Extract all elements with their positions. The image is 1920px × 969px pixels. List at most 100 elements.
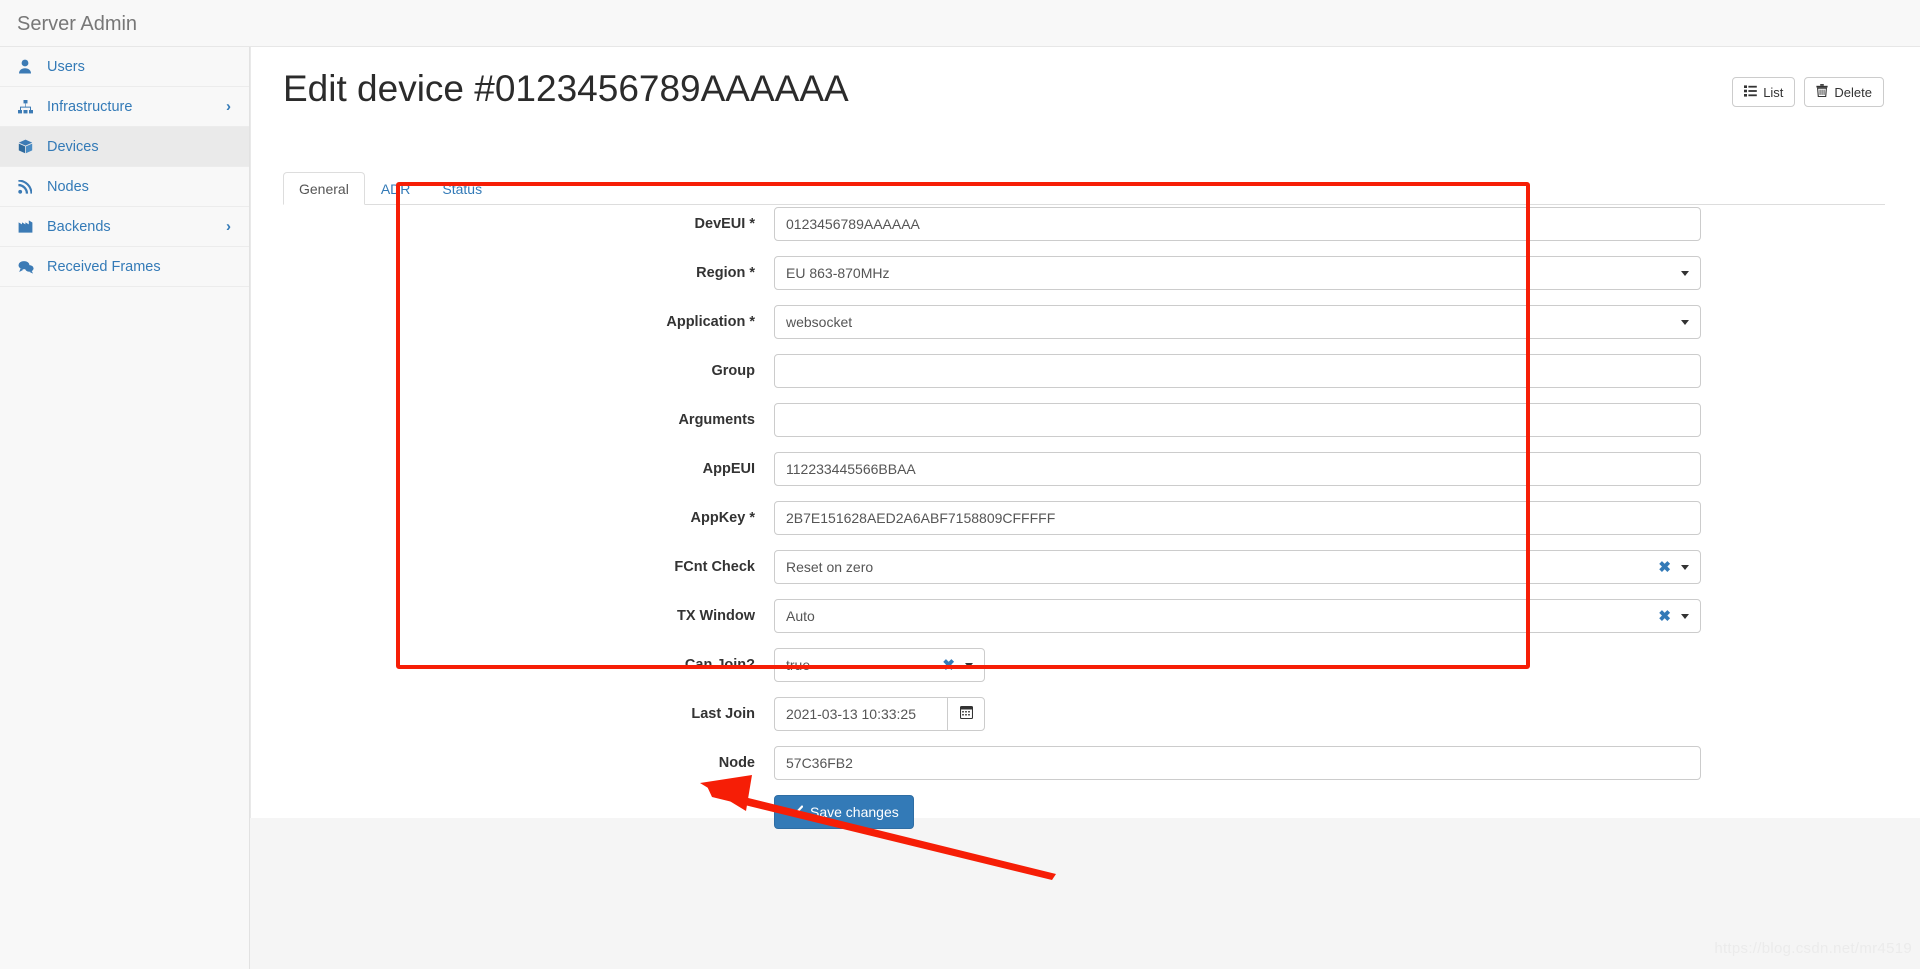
sidebar-item-label: Infrastructure <box>47 98 133 115</box>
fcnt-check-select[interactable]: Reset on zero ✖ <box>774 550 1701 584</box>
label-text: AppKey <box>690 510 746 526</box>
can-join-select[interactable]: true ✖ <box>774 648 985 682</box>
content-panel: Edit device #0123456789AAAAAA List Delet… <box>250 47 1920 829</box>
tab-label: Status <box>442 180 483 197</box>
label-text: Group <box>711 363 756 379</box>
form-row-save: Save changes <box>251 795 1920 844</box>
required-marker: * <box>749 314 755 330</box>
cube-icon <box>18 139 38 154</box>
arguments-input[interactable] <box>774 403 1701 437</box>
tab-bar: General ADR Status <box>283 172 1885 205</box>
tab-status[interactable]: Status <box>426 172 498 205</box>
device-form: DevEUI * Region * EU 863-870MHz <box>251 207 1920 844</box>
trash-icon <box>1816 84 1829 100</box>
chevron-down-icon <box>965 663 973 668</box>
sidebar-item-label: Nodes <box>47 178 89 195</box>
brand-title[interactable]: Server Admin <box>17 11 137 37</box>
sidebar-item-devices[interactable]: Devices <box>0 127 249 167</box>
sidebar-item-backends[interactable]: Backends › <box>0 207 249 247</box>
deveui-input[interactable] <box>774 207 1701 241</box>
save-changes-label: Save changes <box>810 804 899 820</box>
sidebar-item-label: Received Frames <box>47 258 161 275</box>
label-text: DevEUI <box>694 216 746 232</box>
appeui-input[interactable] <box>774 452 1701 486</box>
bar-chart-icon <box>18 220 38 233</box>
form-row-appeui: AppEUI <box>251 452 1920 501</box>
required-marker: * <box>749 510 755 526</box>
comments-icon <box>18 260 38 274</box>
sidebar-item-infrastructure[interactable]: Infrastructure › <box>0 87 249 127</box>
tab-adr[interactable]: ADR <box>365 172 427 205</box>
sidebar-item-users[interactable]: Users <box>0 47 249 87</box>
sidebar-item-nodes[interactable]: Nodes <box>0 167 249 207</box>
form-row-last-join: Last Join <box>251 697 1920 746</box>
group-input[interactable] <box>774 354 1701 388</box>
form-row-node: Node <box>251 746 1920 795</box>
node-label: Node <box>251 746 774 780</box>
label-text: Can Join? <box>684 657 755 673</box>
application-select[interactable]: websocket <box>774 305 1701 339</box>
region-select[interactable]: EU 863-870MHz <box>774 256 1701 290</box>
save-changes-button[interactable]: Save changes <box>774 795 914 829</box>
can-join-label: Can Join? <box>251 648 774 682</box>
calendar-button[interactable] <box>947 697 985 731</box>
list-button-label: List <box>1763 84 1784 100</box>
delete-button-label: Delete <box>1834 84 1872 100</box>
sidebar-item-label: Devices <box>47 138 99 155</box>
label-text: TX Window <box>677 608 755 624</box>
calendar-icon <box>959 705 973 724</box>
arguments-label: Arguments <box>251 403 774 437</box>
required-marker: * <box>749 265 755 281</box>
top-navbar: Server Admin <box>0 0 1920 47</box>
clear-icon[interactable]: ✖ <box>1658 600 1671 633</box>
label-text: FCnt Check <box>674 559 755 575</box>
node-field-wrap <box>774 746 1701 780</box>
clear-icon[interactable]: ✖ <box>1658 551 1671 584</box>
sitemap-icon <box>18 99 38 114</box>
chevron-right-icon: › <box>226 218 231 235</box>
user-icon <box>18 59 38 74</box>
appkey-field-wrap <box>774 501 1701 535</box>
form-row-arguments: Arguments <box>251 403 1920 452</box>
node-input[interactable] <box>774 746 1701 780</box>
chevron-right-icon: › <box>226 98 231 115</box>
header-actions: List Delete <box>1732 77 1884 107</box>
page-title: Edit device #0123456789AAAAAA <box>283 68 849 109</box>
sidebar-item-received-frames[interactable]: Received Frames <box>0 247 249 287</box>
delete-button[interactable]: Delete <box>1804 77 1884 107</box>
form-row-application: Application * websocket <box>251 305 1920 354</box>
label-text: Application <box>666 314 746 330</box>
list-icon <box>1744 84 1757 100</box>
appkey-input[interactable] <box>774 501 1701 535</box>
tab-label: ADR <box>380 180 411 197</box>
chevron-down-icon <box>1681 565 1689 570</box>
clear-icon[interactable]: ✖ <box>942 649 955 682</box>
sidebar-item-label: Users <box>47 58 85 75</box>
deveui-label: DevEUI * <box>251 207 774 241</box>
form-row-fcnt-check: FCnt Check Reset on zero ✖ <box>251 550 1920 599</box>
can-join-select-value: true <box>786 657 811 673</box>
region-select-value: EU 863-870MHz <box>786 265 890 281</box>
sidebar-item-label: Backends <box>47 218 111 235</box>
tab-general[interactable]: General <box>283 172 365 205</box>
appeui-field-wrap <box>774 452 1701 486</box>
label-text: Last Join <box>691 706 755 722</box>
chevron-down-icon <box>1681 320 1689 325</box>
rss-icon <box>18 179 38 194</box>
list-button[interactable]: List <box>1732 77 1796 107</box>
chevron-down-icon <box>1681 614 1689 619</box>
chevron-down-icon <box>1681 271 1689 276</box>
tx-window-label: TX Window <box>251 599 774 633</box>
watermark-text: https://blog.csdn.net/mr4519 <box>1714 940 1912 957</box>
form-row-region: Region * EU 863-870MHz <box>251 256 1920 305</box>
required-marker: * <box>749 216 755 232</box>
form-row-deveui: DevEUI * <box>251 207 1920 256</box>
label-text: AppEUI <box>702 461 755 477</box>
last-join-input[interactable] <box>774 697 947 731</box>
group-label: Group <box>251 354 774 388</box>
last-join-label: Last Join <box>251 697 774 731</box>
sidebar: Users Infrastructure › Devices Nodes Bac… <box>0 47 250 969</box>
tx-window-select[interactable]: Auto ✖ <box>774 599 1701 633</box>
group-field-wrap <box>774 354 1701 388</box>
tx-window-select-value: Auto <box>786 608 815 624</box>
